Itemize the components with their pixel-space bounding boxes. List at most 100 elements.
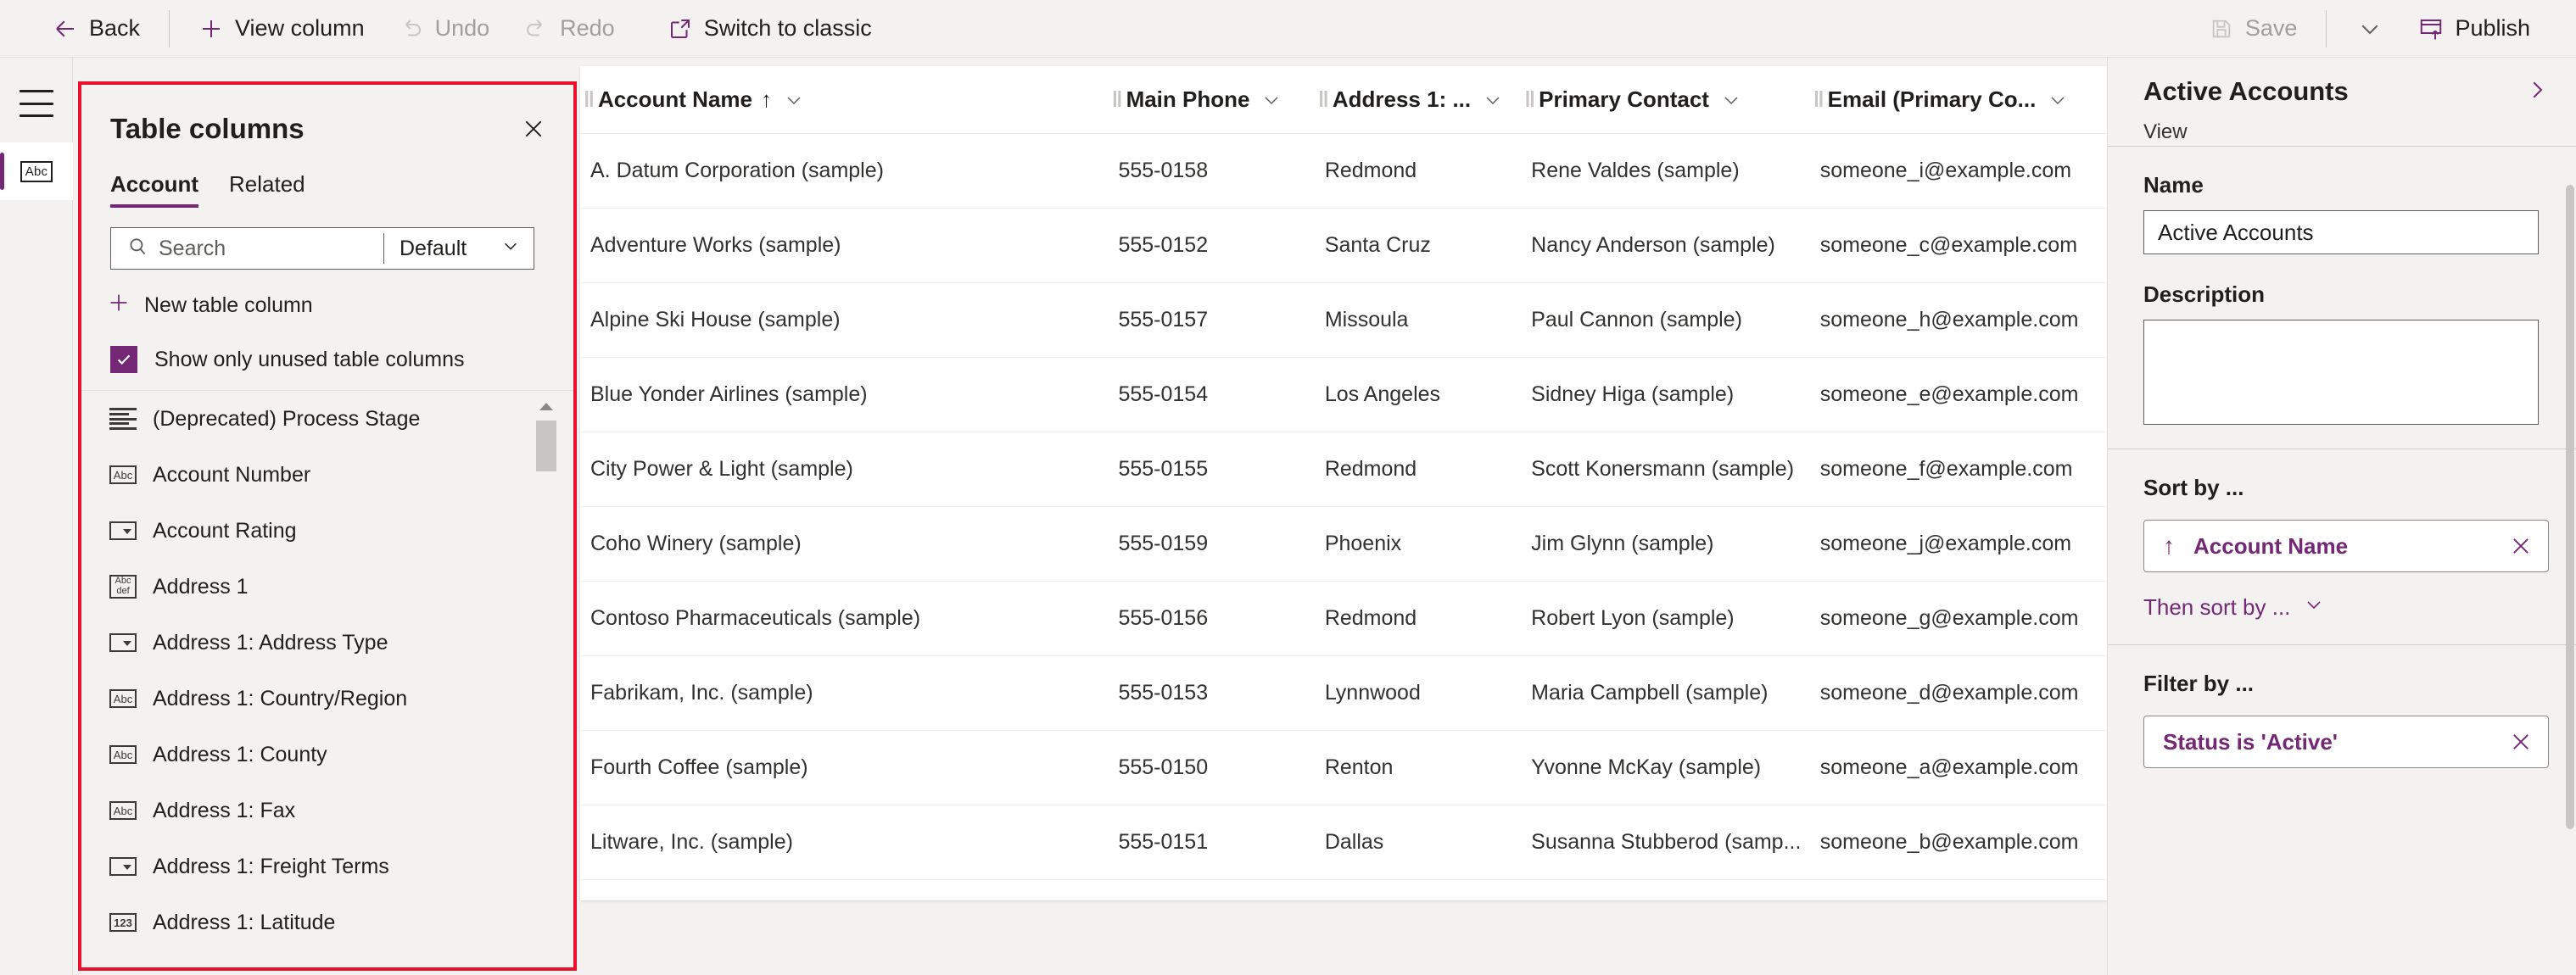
column-resize-grip-icon[interactable]: ‖ [1813, 86, 1824, 113]
choice-field-icon [109, 857, 137, 876]
grid-row[interactable]: A. Datum Corporation (sample) 555-0158 Red… [580, 134, 2107, 209]
close-icon [521, 116, 546, 146]
grid-row[interactable]: Contoso Pharmaceuticals (sample) 555-0156… [580, 582, 2107, 656]
primary-contact-cell: Nancy Anderson (sample) [1531, 233, 1775, 257]
table-columns-list[interactable]: (Deprecated) Process Stage Abc Account Num… [81, 391, 573, 967]
account-name-cell: Fourth Coffee (sample) [590, 755, 808, 779]
new-table-column-button[interactable]: New table column [107, 291, 313, 320]
expand-panel-button[interactable] [2522, 76, 2552, 107]
tab-related[interactable]: Related [229, 166, 321, 208]
table-column-list-item[interactable]: Abc Address 1: Fax [81, 783, 573, 838]
number-field-icon: 123 [109, 913, 137, 932]
show-unused-columns-checkbox[interactable]: Show only unused table columns [110, 346, 465, 373]
column-resize-grip-icon[interactable]: ‖ [1112, 86, 1123, 113]
hamburger-menu-icon[interactable] [19, 90, 53, 117]
grid-column-header[interactable]: ‖ Primary Contact [1521, 66, 1810, 134]
redo-button[interactable]: Redo [506, 0, 632, 58]
undo-button[interactable]: Undo [382, 0, 507, 58]
main-phone-cell: 555-0159 [1118, 532, 1209, 555]
switch-to-classic-button[interactable]: Switch to classic [651, 0, 889, 58]
table-column-list-item[interactable]: Abc Address 1: County [81, 727, 573, 783]
table-column-label: Account Rating [153, 518, 297, 543]
scroll-up-arrow-icon[interactable] [534, 397, 558, 417]
search-icon [126, 236, 148, 262]
table-column-list-item[interactable]: Account Rating [81, 503, 573, 559]
redo-icon [523, 16, 549, 42]
grid-row[interactable]: Blue Yonder Airlines (sample) 555-0154 Los… [580, 358, 2107, 432]
properties-panel-header: Active Accounts View [2108, 58, 2576, 147]
choice-field-icon [109, 633, 137, 652]
email-cell: someone_d@example.com [1819, 681, 2079, 705]
grid-column-header[interactable]: ‖ Email (Primary Co... [1810, 66, 2107, 134]
column-filter-dropdown[interactable]: Default [384, 228, 534, 269]
grid-row[interactable]: City Power & Light (sample) 555-0155 Redmo… [580, 432, 2107, 507]
sort-ascending-icon: ↑ [760, 86, 772, 112]
chevron-down-icon[interactable] [1261, 90, 1282, 110]
chevron-down-icon[interactable] [784, 90, 804, 110]
text-icon: Abc [109, 742, 137, 767]
search-input[interactable]: Search [111, 228, 383, 269]
rail-item-columns[interactable]: Abc [0, 142, 73, 200]
sort-chip-account-name[interactable]: ↑ Account Name [2143, 520, 2549, 572]
chevron-down-icon[interactable] [1483, 90, 1503, 110]
table-column-list-item[interactable]: Abc Account Number [81, 447, 573, 503]
grid-row[interactable]: Adventure Works (sample) 555-0152 Santa Cr… [580, 209, 2107, 283]
grid-row[interactable]: Alpine Ski House (sample) 555-0157 Missoul… [580, 283, 2107, 358]
table-column-list-item[interactable]: Abc Address 1: Country/Region [81, 671, 573, 727]
table-column-list-item[interactable]: (Deprecated) Process Stage [81, 391, 573, 447]
panel-tabs: Account Related [110, 166, 336, 208]
table-column-label: Account Number [153, 462, 311, 487]
description-input[interactable] [2143, 320, 2539, 425]
address-city-cell: Missoula [1324, 308, 1409, 332]
grid-row[interactable]: Litware, Inc. (sample) 555-0151 Dallas Susa… [580, 805, 2107, 880]
properties-panel-scrollbar[interactable] [2566, 185, 2574, 829]
sort-by-label: Sort by ... [2143, 475, 2244, 500]
back-button[interactable]: Back [36, 0, 157, 58]
save-icon [2209, 16, 2234, 42]
address-city-cell: Phoenix [1324, 532, 1402, 555]
grid-column-header[interactable]: ‖ Address 1: ... [1315, 66, 1521, 134]
table-column-label: Address 1: Freight Terms [153, 854, 389, 878]
lines-field-icon [109, 408, 137, 430]
text-field-icon: Abc [109, 689, 137, 708]
back-label: Back [89, 15, 141, 41]
app-root: Back View column Undo Redo Switch to cla… [0, 0, 2576, 975]
grid-header-row: ‖ Account Name ↑ ‖ Main Phone ‖ Address 1: ...… [580, 66, 2107, 134]
grid-row[interactable]: Coho Winery (sample) 555-0159 Phoenix Jim G… [580, 507, 2107, 582]
view-column-button[interactable]: View column [182, 0, 382, 58]
save-button[interactable]: Save [2192, 0, 2315, 58]
table-column-list-item[interactable]: Address 1: Address Type [81, 615, 573, 671]
grid-row[interactable]: Fourth Coffee (sample) 555-0150 Renton Yvon… [580, 731, 2107, 805]
tab-account[interactable]: Account [110, 166, 214, 208]
then-sort-by-button[interactable]: Then sort by ... [2143, 594, 2540, 621]
remove-filter-icon[interactable] [2509, 730, 2533, 754]
table-column-label: (Deprecated) Process Stage [153, 406, 421, 431]
column-resize-grip-icon[interactable]: ‖ [1318, 86, 1329, 113]
save-options-chevron-button[interactable] [2339, 0, 2401, 58]
chevron-down-icon[interactable] [1721, 90, 1741, 110]
publish-button[interactable]: Publish [2401, 0, 2547, 58]
column-resize-grip-icon[interactable]: ‖ [584, 86, 595, 113]
grid-column-header[interactable]: ‖ Main Phone [1109, 66, 1315, 134]
filter-chip-status-active[interactable]: Status is 'Active' [2143, 716, 2549, 768]
grid-row[interactable]: Fabrikam, Inc. (sample) 555-0153 Lynnwood M… [580, 656, 2107, 731]
view-grid: ‖ Account Name ↑ ‖ Main Phone ‖ Address 1: ...… [580, 66, 2107, 900]
name-input[interactable]: Active Accounts [2143, 210, 2539, 254]
remove-sort-icon[interactable] [2509, 534, 2533, 558]
email-cell: someone_i@example.com [1819, 159, 2072, 182]
scrollbar-thumb[interactable] [536, 421, 556, 471]
redo-label: Redo [560, 15, 615, 41]
table-column-list-item[interactable]: Address 1: Freight Terms [81, 838, 573, 894]
column-resize-grip-icon[interactable]: ‖ [1524, 86, 1535, 113]
table-column-list-item[interactable]: Abc def Address 1 [81, 559, 573, 615]
grid-column-header[interactable]: ‖ Account Name ↑ [580, 66, 1109, 134]
choice-icon [109, 518, 137, 543]
table-column-list-item[interactable]: 123 Address 1: Latitude [81, 894, 573, 950]
columns-scrollbar[interactable] [534, 397, 558, 961]
multiline-text-icon: Abc def [109, 574, 137, 599]
address-city-cell: Los Angeles [1324, 382, 1441, 406]
chevron-down-icon[interactable] [2048, 90, 2068, 110]
publish-label: Publish [2455, 15, 2530, 41]
primary-contact-cell: Scott Konersmann (sample) [1531, 457, 1795, 481]
close-panel-button[interactable] [519, 116, 548, 145]
